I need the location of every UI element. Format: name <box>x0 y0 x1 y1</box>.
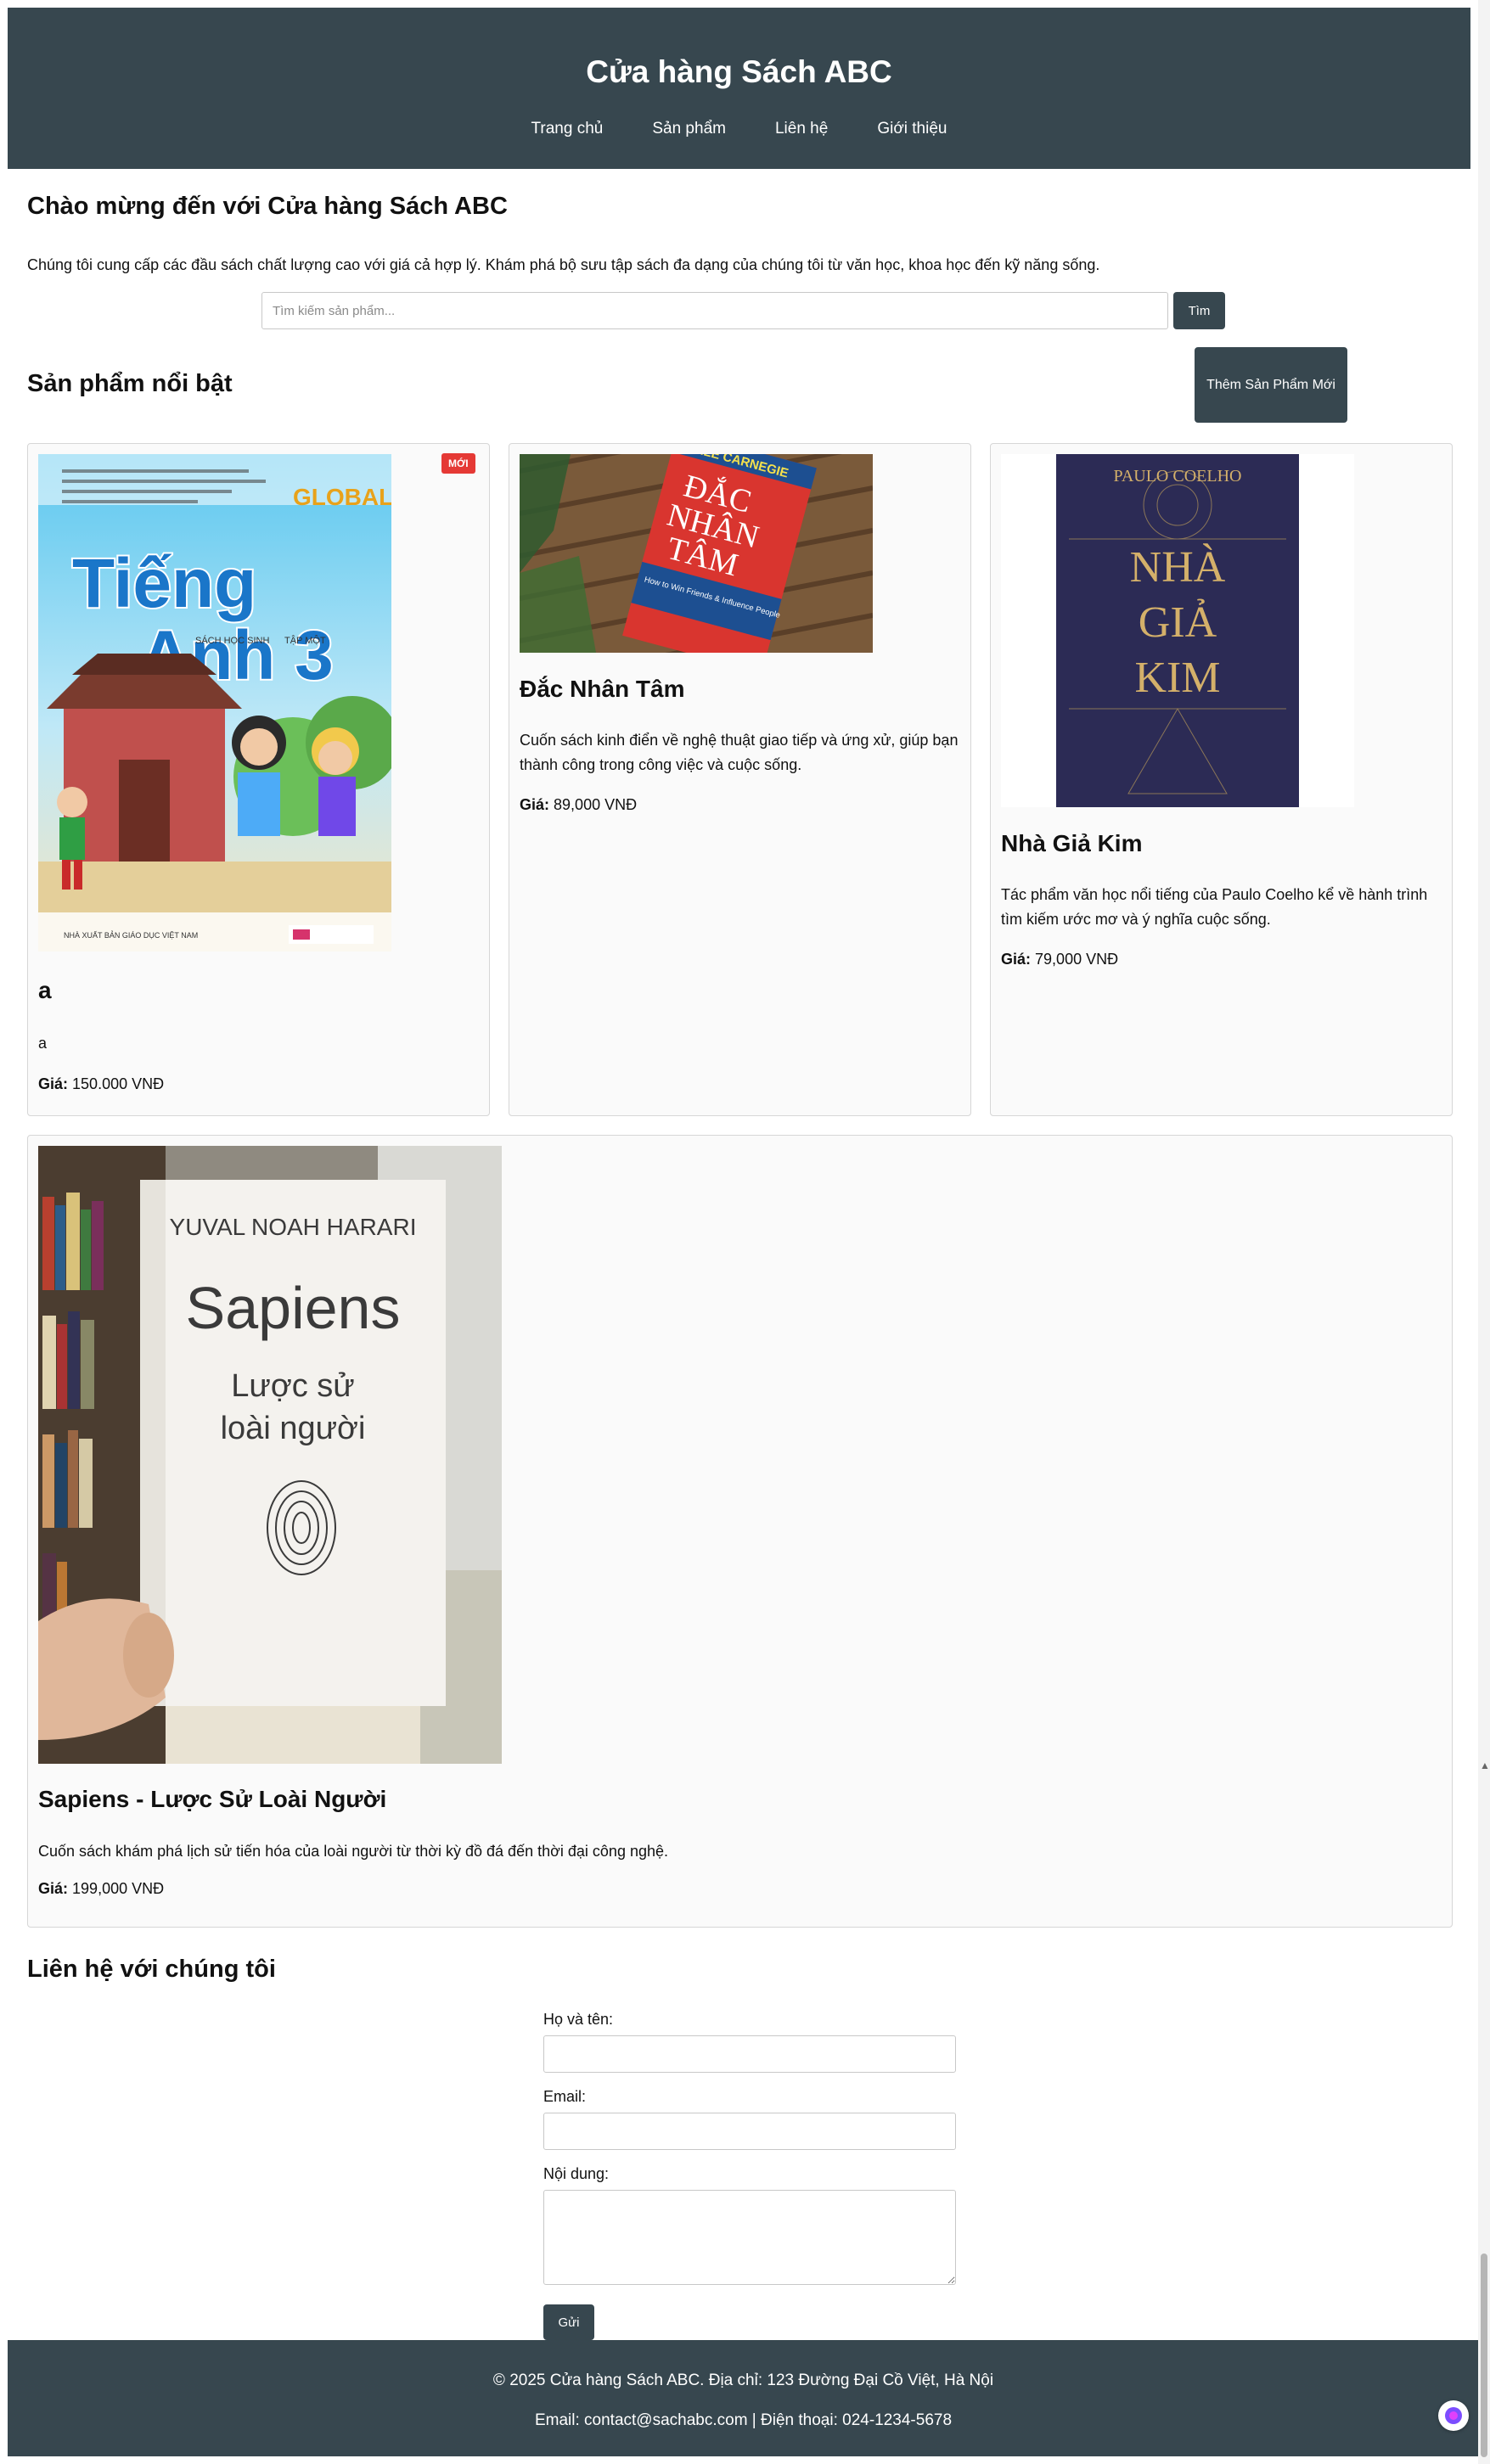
book-cover-nha-gia-kim: PAULO COELHO NHÀ GIẢ KIM <box>1001 454 1354 807</box>
product-price: Giá: 79,000 VNĐ <box>1001 951 1119 968</box>
product-price: Giá: 89,000 VNĐ <box>520 796 638 813</box>
product-card: PAULO COELHO NHÀ GIẢ KIM Nhà Giả Kim Tác… <box>990 443 1453 1116</box>
search-button[interactable]: Tìm <box>1173 292 1225 329</box>
svg-text:PAULO COELHO: PAULO COELHO <box>1114 467 1242 486</box>
nav-contact[interactable]: Liên hệ <box>775 120 828 138</box>
main-nav: Trang chủ Sản phẩm Liên hệ Giới thiệu <box>8 120 1470 138</box>
svg-text:GIẢ: GIẢ <box>1139 598 1217 647</box>
svg-text:loài người: loài người <box>221 1411 366 1446</box>
svg-text:NHÀ: NHÀ <box>1130 542 1226 592</box>
send-button[interactable]: Gửi <box>543 2304 594 2340</box>
scroll-up-icon[interactable]: ▲ <box>1480 1760 1490 1771</box>
product-name: Đắc Nhân Tâm <box>520 676 685 702</box>
product-price: Giá: 199,000 VNĐ <box>38 1880 165 1897</box>
welcome-title: Chào mừng đến với Cửa hàng Sách ABC <box>27 193 508 220</box>
product-image: PAULO COELHO NHÀ GIẢ KIM <box>1001 454 1354 807</box>
email-label: Email: <box>543 2088 587 2105</box>
product-card: YUVAL NOAH HARARI Sapiens Lược sử loài n… <box>27 1135 1453 1928</box>
email-field[interactable] <box>543 2113 956 2150</box>
name-label: Họ và tên: <box>543 2011 614 2028</box>
site-header: Cửa hàng Sách ABC Trang chủ Sản phẩm Liê… <box>8 8 1470 169</box>
site-title: Cửa hàng Sách ABC <box>586 54 892 89</box>
nav-products[interactable]: Sản phẩm <box>652 120 726 138</box>
welcome-text: Chúng tôi cung cấp các đầu sách chất lượ… <box>27 256 1100 273</box>
search-input[interactable] <box>261 292 1168 329</box>
product-description: a <box>38 1035 48 1052</box>
add-product-button[interactable]: Thêm Sản Phẩm Mới <box>1195 347 1347 423</box>
scrollbar-thumb[interactable] <box>1481 2254 1487 2457</box>
product-image: YUVAL NOAH HARARI Sapiens Lược sử loài n… <box>38 1146 502 1764</box>
assistant-icon[interactable] <box>1438 2400 1469 2431</box>
new-badge: MỚI <box>441 453 475 474</box>
book-cover-dac-nhan-tam: DALE CARNEGIE ĐẮC NHÂN TÂM How to Win Fr… <box>520 454 873 653</box>
product-image: DALE CARNEGIE ĐẮC NHÂN TÂM How to Win Fr… <box>520 454 873 653</box>
svg-text:Sapiens: Sapiens <box>186 1275 401 1341</box>
book-cover-tieng-anh: GLOBAL SUCCESS Tiếng Anh 3 SÁCH HỌC SINH… <box>38 454 391 951</box>
product-card: DALE CARNEGIE ĐẮC NHÂN TÂM How to Win Fr… <box>509 443 971 1116</box>
product-description: Tác phẩm văn học nổi tiếng của Paulo Coe… <box>1001 886 1428 928</box>
svg-text:SÁCH HỌC SINH: SÁCH HỌC SINH <box>195 635 269 646</box>
product-image: GLOBAL SUCCESS Tiếng Anh 3 SÁCH HỌC SINH… <box>38 454 391 951</box>
svg-text:GLOBAL SUCCESS: GLOBAL SUCCESS <box>293 484 391 510</box>
book-cover-sapiens: YUVAL NOAH HARARI Sapiens Lược sử loài n… <box>38 1146 502 1764</box>
svg-text:TẬP MỘT: TẬP MỘT <box>284 635 326 646</box>
product-description: Cuốn sách kinh điển về nghệ thuật giao t… <box>520 732 959 773</box>
name-field[interactable] <box>543 2035 956 2073</box>
svg-text:YUVAL NOAH HARARI: YUVAL NOAH HARARI <box>170 1214 417 1240</box>
search-bar: Tìm <box>261 292 1225 329</box>
contact-title: Liên hệ với chúng tôi <box>27 1956 276 1983</box>
featured-title: Sản phẩm nổi bật <box>27 370 233 397</box>
message-field[interactable] <box>543 2190 956 2285</box>
product-description: Cuốn sách khám phá lịch sử tiến hóa của … <box>38 1843 668 1860</box>
nav-about[interactable]: Giới thiệu <box>877 120 947 138</box>
contact-form: Họ và tên: Email: Nội dung: Gửi <box>543 2011 959 2340</box>
product-name: a <box>38 977 52 1003</box>
page-scrollbar[interactable]: ▲ <box>1478 0 1490 2464</box>
footer-address: © 2025 Cửa hàng Sách ABC. Địa chỉ: 123 Đ… <box>492 2371 994 2389</box>
svg-text:Lược sử: Lược sử <box>231 1368 355 1404</box>
svg-text:KIM: KIM <box>1134 654 1220 702</box>
svg-text:NHÀ XUẤT BẢN GIÁO DỤC VIỆT NAM: NHÀ XUẤT BẢN GIÁO DỤC VIỆT NAM <box>64 930 198 940</box>
product-card: GLOBAL SUCCESS Tiếng Anh 3 SÁCH HỌC SINH… <box>27 443 490 1116</box>
page: Cửa hàng Sách ABC Trang chủ Sản phẩm Liê… <box>8 8 1479 2456</box>
message-label: Nội dung: <box>543 2165 610 2182</box>
nav-home[interactable]: Trang chủ <box>531 120 604 138</box>
product-name: Sapiens - Lược Sử Loài Người <box>38 1786 387 1812</box>
global-success-logo: GLOBAL SUCCESS <box>293 484 391 510</box>
site-footer: © 2025 Cửa hàng Sách ABC. Địa chỉ: 123 Đ… <box>8 2340 1479 2456</box>
svg-text:Tiếng: Tiếng <box>72 545 256 622</box>
product-price: Giá: 150.000 VNĐ <box>38 1075 165 1092</box>
footer-contact: Email: contact@sachabc.com | Điện thoại:… <box>534 2411 953 2429</box>
product-name: Nhà Giả Kim <box>1001 830 1143 856</box>
